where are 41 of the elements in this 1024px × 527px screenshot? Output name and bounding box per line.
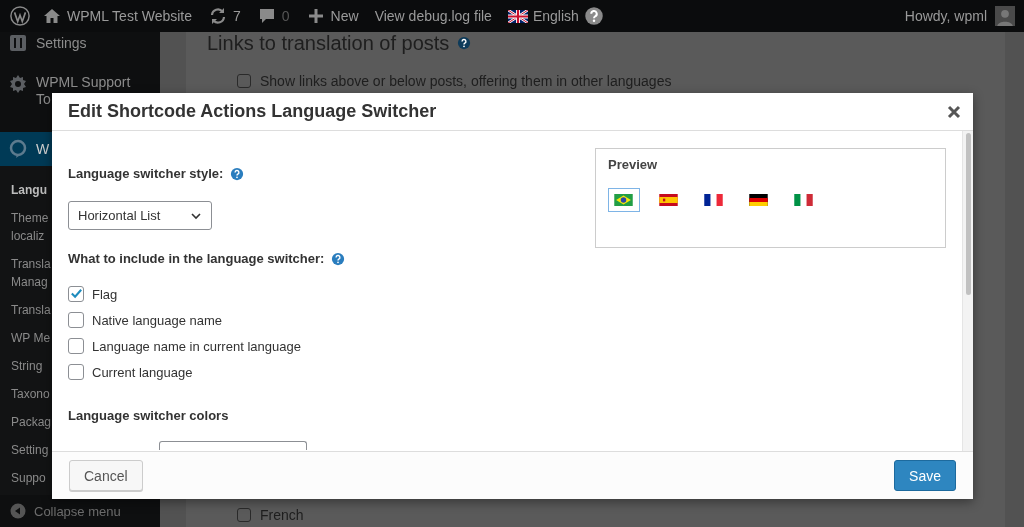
checkbox-label: Current language [92, 364, 193, 380]
select-field[interactable] [159, 441, 307, 450]
checkbox-label: French [260, 507, 304, 523]
section-heading: Language switcher colors [68, 408, 229, 423]
gear-icon [8, 74, 28, 94]
menu-item[interactable]: Settings [36, 34, 87, 52]
checkbox-label: Language name in current language [92, 338, 301, 354]
preview-title: Preview [608, 157, 659, 172]
wordpress-logo-icon[interactable] [10, 6, 30, 26]
collapse-icon [10, 503, 26, 519]
save-button[interactable]: Save [894, 460, 956, 491]
close-icon[interactable] [947, 104, 961, 119]
dialog-title: Edit Shortcode Actions Language Switcher [68, 101, 438, 122]
checkbox-label: Native language name [92, 312, 223, 328]
speech-bubble-icon [8, 139, 28, 159]
refresh-icon[interactable] [208, 6, 228, 26]
site-name-link[interactable]: WPML Test Website [67, 8, 192, 24]
section-heading: Links to translation of posts [207, 31, 450, 55]
checkbox[interactable] [237, 508, 251, 522]
checkbox[interactable] [68, 312, 84, 328]
checkbox[interactable] [68, 338, 84, 354]
debug-log-link[interactable]: View debug.log file [374, 8, 492, 24]
style-select[interactable]: Horizontal List [68, 201, 212, 230]
updates-count[interactable]: 7 [233, 8, 241, 24]
field-label: What to include in the language switcher: [68, 251, 325, 266]
checkbox-label: Show links above or below posts, offering them in other languages [260, 73, 672, 89]
checkbox[interactable] [68, 364, 84, 380]
checkbox[interactable] [68, 286, 84, 302]
flag-icon[interactable] [507, 9, 528, 23]
help-icon[interactable] [583, 6, 604, 26]
language-menu[interactable]: English [532, 8, 579, 24]
scrollbar[interactable] [962, 131, 973, 451]
home-icon[interactable] [42, 6, 62, 26]
cancel-button[interactable]: Cancel [69, 460, 143, 491]
help-icon[interactable] [457, 36, 472, 50]
new-link[interactable]: New [330, 8, 359, 24]
greeting-link[interactable]: Howdy, wpml [904, 8, 987, 24]
field-label: Language switcher style: [68, 166, 224, 181]
flag-icon[interactable] [608, 188, 640, 212]
checkbox-label: Flag [92, 286, 118, 302]
checkbox[interactable] [237, 74, 251, 88]
